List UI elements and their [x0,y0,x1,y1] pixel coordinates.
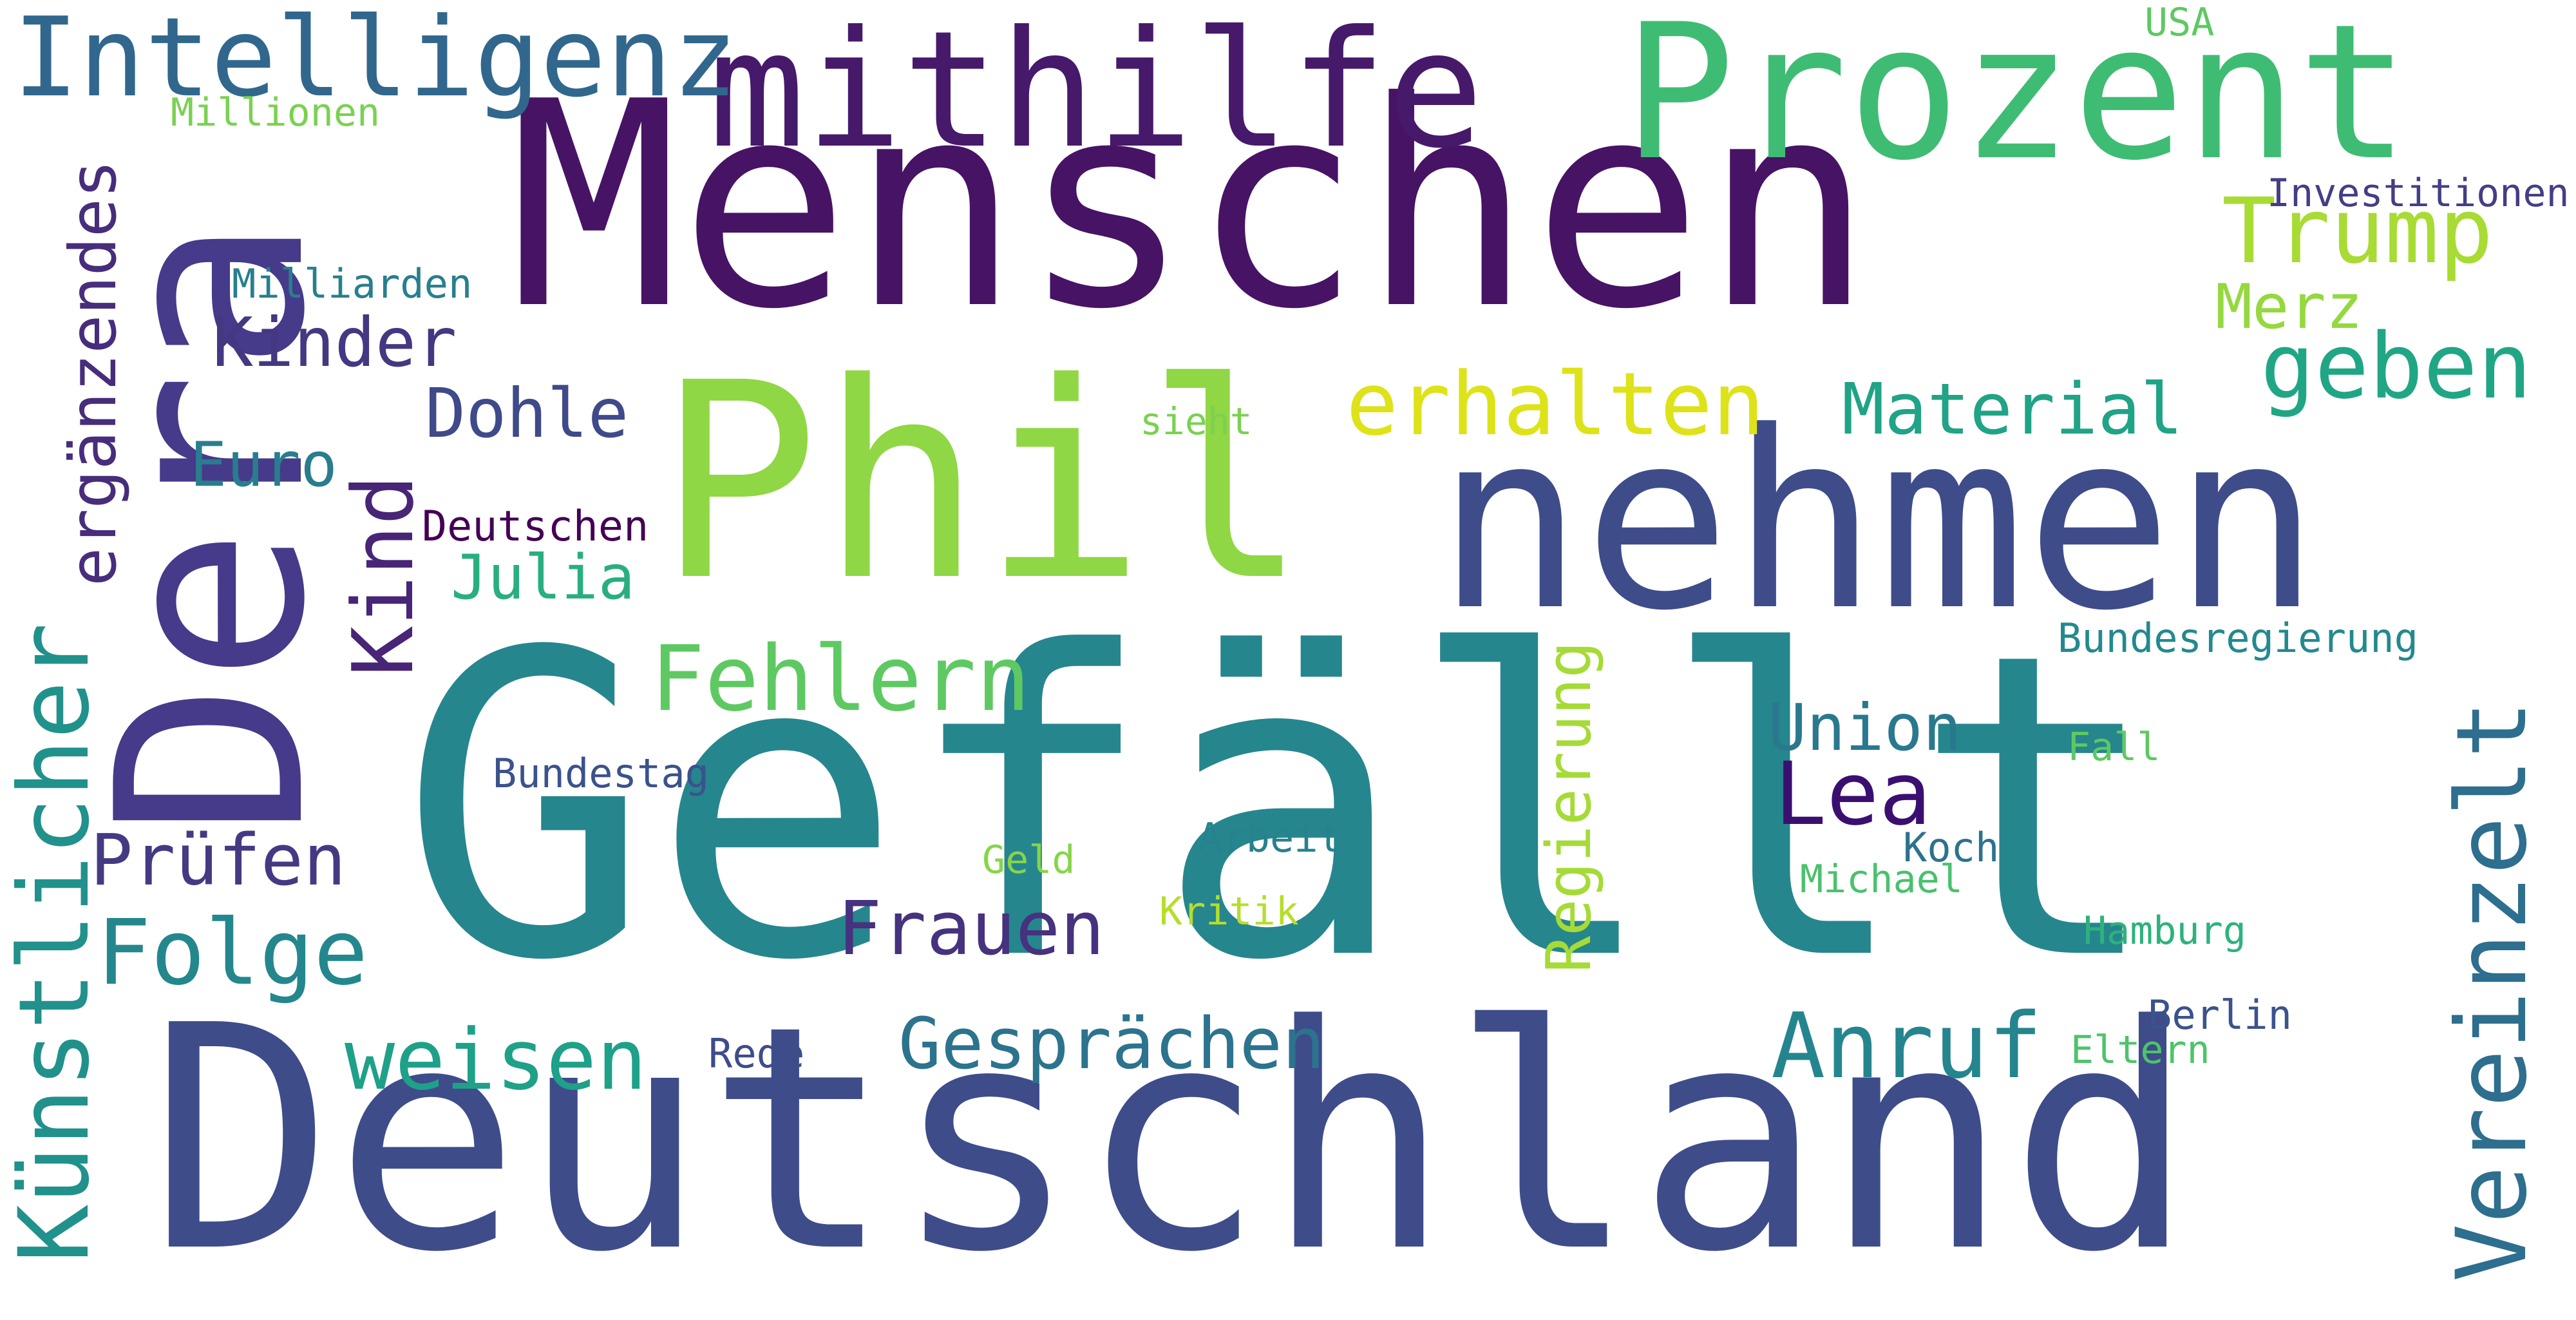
word: mithilfe [708,0,1484,184]
word: Rede [708,1030,805,1077]
word: Merz [2215,272,2363,343]
word: Millionen [171,90,381,135]
word: erhalten [1346,354,1765,455]
word: Material [1842,368,2183,450]
word: Prüfen [90,819,346,901]
word-cloud: Gefällt Deutschland Menschen nehmen Phil… [0,0,2576,1295]
word: weisen [345,1011,647,1109]
word: Regierung [1534,641,1605,973]
word: Bundesregierung [2058,615,2418,662]
word: Milliarden [232,260,473,307]
word: Euro [190,430,337,501]
word: Dohle [425,374,629,453]
word: Folge [97,901,368,1006]
word: Eltern [2070,1028,2210,1073]
word: Julia [451,542,635,613]
word: Kinder [213,303,457,382]
word: Gesprächen [898,1002,1325,1085]
word: Arbeit [1198,814,1342,861]
word: Anruf [1771,994,2043,1099]
word: Kind [334,474,432,676]
word: USA [2145,0,2215,45]
word: Deutschen [422,502,649,551]
word: ergänzendes [55,159,131,586]
word: Geld [982,837,1075,883]
word: Bundestag [493,750,709,797]
word: sieht [1140,399,1253,443]
word: Fall [2067,725,2161,770]
word: Vereinzelt [2436,700,2548,1282]
word: Künstlicher [0,622,111,1263]
word: Prozent [1623,0,2410,202]
word: Frauen [837,886,1105,972]
word: Kritik [1159,889,1299,934]
word: Hamburg [2083,908,2246,953]
word: Phil [657,325,1309,640]
word: Fehlern [650,627,1031,732]
word: Michael [1800,857,1963,902]
word: Investitionen [2267,171,2570,216]
